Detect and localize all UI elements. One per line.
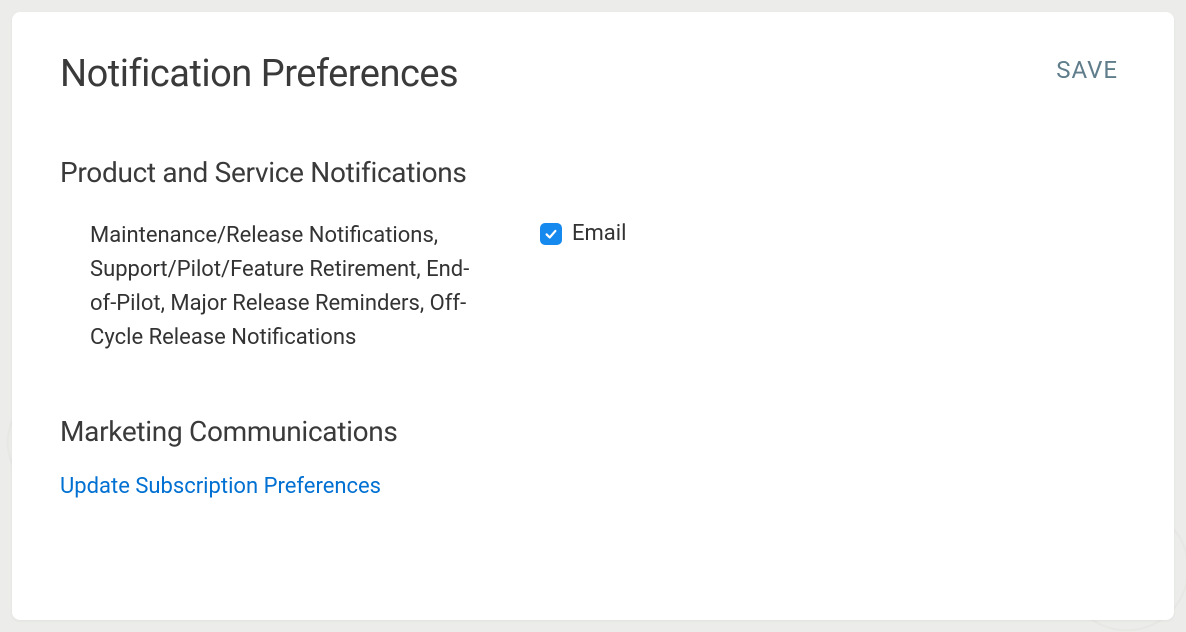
check-icon xyxy=(544,227,558,241)
section-heading-marketing: Marketing Communications xyxy=(60,415,1126,448)
save-button[interactable]: SAVE xyxy=(1048,52,1126,88)
product-notifications-section: Product and Service Notifications Mainte… xyxy=(60,156,1126,355)
page-title: Notification Preferences xyxy=(60,52,458,96)
preference-description: Maintenance/Release Notifications, Suppo… xyxy=(90,219,500,355)
email-checkbox[interactable] xyxy=(540,223,562,245)
update-subscription-link[interactable]: Update Subscription Preferences xyxy=(60,474,381,499)
preferences-card: Notification Preferences SAVE Product an… xyxy=(12,12,1174,620)
email-checkbox-wrap: Email xyxy=(540,221,626,246)
card-header: Notification Preferences SAVE xyxy=(60,52,1126,96)
email-checkbox-label: Email xyxy=(572,221,626,246)
preference-row: Maintenance/Release Notifications, Suppo… xyxy=(60,219,1126,355)
section-heading-product: Product and Service Notifications xyxy=(60,156,1126,189)
marketing-communications-section: Marketing Communications Update Subscrip… xyxy=(60,415,1126,499)
